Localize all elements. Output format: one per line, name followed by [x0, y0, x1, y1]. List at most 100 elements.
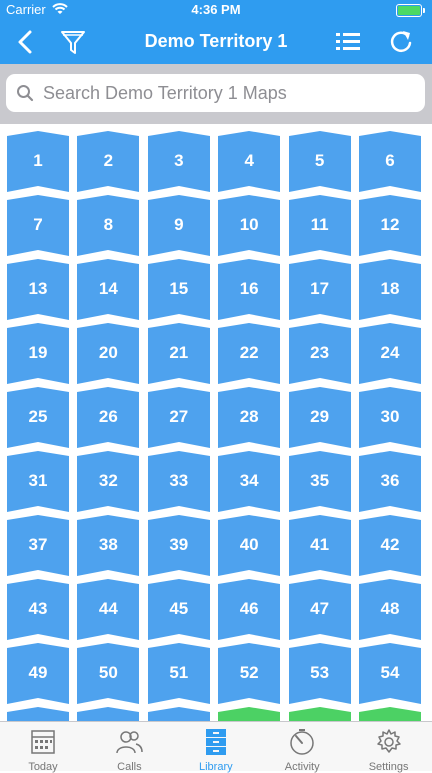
map-tile[interactable]: 3: [147, 130, 210, 192]
map-tile[interactable]: 28: [218, 386, 281, 448]
map-tile[interactable]: 15: [147, 258, 210, 320]
map-tile-number: 49: [28, 663, 48, 682]
tab-activity[interactable]: Activity: [259, 722, 345, 773]
map-tile[interactable]: 46: [218, 578, 281, 640]
map-tile-number: 18: [380, 279, 400, 298]
map-tile[interactable]: 12: [359, 194, 421, 256]
map-tile-number: 52: [239, 663, 259, 682]
map-tile[interactable]: 4: [218, 130, 281, 192]
map-tile[interactable]: 29: [288, 386, 351, 448]
map-tile-number: 32: [98, 471, 118, 490]
map-tile[interactable]: 54: [359, 642, 421, 704]
map-tile-number: 47: [310, 599, 330, 618]
map-tile-number: 12: [380, 215, 400, 234]
map-tile[interactable]: 21: [147, 322, 210, 384]
tab-settings[interactable]: Settings: [346, 722, 432, 773]
map-tile[interactable]: 49: [7, 642, 69, 704]
map-tile[interactable]: [7, 706, 69, 721]
map-tile[interactable]: 10: [218, 194, 281, 256]
map-tile-number: 8: [103, 215, 114, 234]
map-tile[interactable]: 30: [359, 386, 421, 448]
map-tile[interactable]: 38: [77, 514, 140, 576]
map-tile[interactable]: 44: [77, 578, 140, 640]
drawer-icon: [205, 729, 226, 755]
map-tile-number: 48: [380, 599, 400, 618]
map-tile-number: 46: [239, 599, 259, 618]
map-tile[interactable]: 27: [147, 386, 210, 448]
map-tile[interactable]: 23: [288, 322, 351, 384]
list-view-button[interactable]: [333, 27, 363, 57]
map-tile[interactable]: 37: [7, 514, 69, 576]
map-tile[interactable]: 2: [77, 130, 140, 192]
map-tile[interactable]: 1: [7, 130, 69, 192]
map-tile[interactable]: 18: [359, 258, 421, 320]
map-tile[interactable]: 32: [77, 450, 140, 512]
map-tile[interactable]: 45: [147, 578, 210, 640]
map-tile[interactable]: [218, 706, 281, 721]
map-tile-number: 38: [98, 535, 118, 554]
search-input[interactable]: Search Demo Territory 1 Maps: [6, 74, 425, 112]
map-tile-number: 43: [28, 599, 48, 618]
map-tile[interactable]: [288, 706, 351, 721]
tab-today[interactable]: Today: [0, 722, 86, 773]
map-tile[interactable]: 51: [147, 642, 210, 704]
search-bar: Search Demo Territory 1 Maps: [0, 64, 432, 124]
map-tile[interactable]: 43: [7, 578, 69, 640]
tab-label: Activity: [284, 761, 320, 773]
map-tile-number: 13: [28, 279, 48, 298]
map-tile[interactable]: 39: [147, 514, 210, 576]
map-tile-shape: [288, 707, 351, 721]
map-tile[interactable]: 36: [359, 450, 421, 512]
map-tile[interactable]: 31: [7, 450, 69, 512]
map-tile[interactable]: 48: [359, 578, 421, 640]
map-tile[interactable]: [359, 706, 421, 721]
refresh-button[interactable]: [386, 27, 416, 57]
map-tile-shape: [218, 707, 281, 721]
map-tile[interactable]: 33: [147, 450, 210, 512]
map-tile[interactable]: 52: [218, 642, 281, 704]
map-tile-number: 50: [98, 663, 118, 682]
map-tile[interactable]: 13: [7, 258, 69, 320]
map-tile-number: 16: [239, 279, 259, 298]
map-tile[interactable]: 41: [288, 514, 351, 576]
search-placeholder: Search Demo Territory 1 Maps: [43, 83, 287, 103]
map-tile[interactable]: 53: [288, 642, 351, 704]
map-tile-number: 23: [310, 343, 330, 362]
tab-calls[interactable]: Calls: [86, 722, 172, 773]
map-tile-number: 27: [169, 407, 189, 426]
map-tile[interactable]: 42: [359, 514, 421, 576]
map-tile[interactable]: 5: [288, 130, 351, 192]
map-tile-number: 37: [28, 535, 48, 554]
map-tile-number: 40: [239, 535, 259, 554]
map-tile-number: 22: [239, 343, 259, 362]
map-tile-number: 3: [174, 151, 184, 170]
map-tile[interactable]: 7: [7, 194, 69, 256]
map-tile-number: 33: [169, 471, 189, 490]
map-tile[interactable]: 47: [288, 578, 351, 640]
map-tile-number: 4: [244, 151, 254, 170]
map-tile-shape: [77, 707, 140, 721]
tab-library[interactable]: Library: [173, 722, 259, 773]
map-tile[interactable]: 8: [77, 194, 140, 256]
map-tile[interactable]: 34: [218, 450, 281, 512]
map-tile[interactable]: 35: [288, 450, 351, 512]
map-tile[interactable]: 40: [218, 514, 281, 576]
map-tile[interactable]: 25: [7, 386, 69, 448]
map-tile[interactable]: 16: [218, 258, 281, 320]
map-tile-number: 44: [98, 599, 118, 618]
map-tile[interactable]: 22: [218, 322, 281, 384]
map-tile[interactable]: 19: [7, 322, 69, 384]
map-tile[interactable]: 26: [77, 386, 140, 448]
map-tile[interactable]: 14: [77, 258, 140, 320]
map-tile[interactable]: 6: [359, 130, 421, 192]
map-tile[interactable]: 50: [77, 642, 140, 704]
map-tile[interactable]: [77, 706, 140, 721]
map-tile[interactable]: 11: [288, 194, 351, 256]
map-tile[interactable]: 24: [359, 322, 421, 384]
map-tile[interactable]: 20: [77, 322, 140, 384]
map-tile[interactable]: 17: [288, 258, 351, 320]
map-tile-number: 45: [169, 599, 189, 618]
map-tile[interactable]: 9: [147, 194, 210, 256]
map-tile[interactable]: [147, 706, 210, 721]
map-tile-number: 10: [239, 215, 259, 234]
